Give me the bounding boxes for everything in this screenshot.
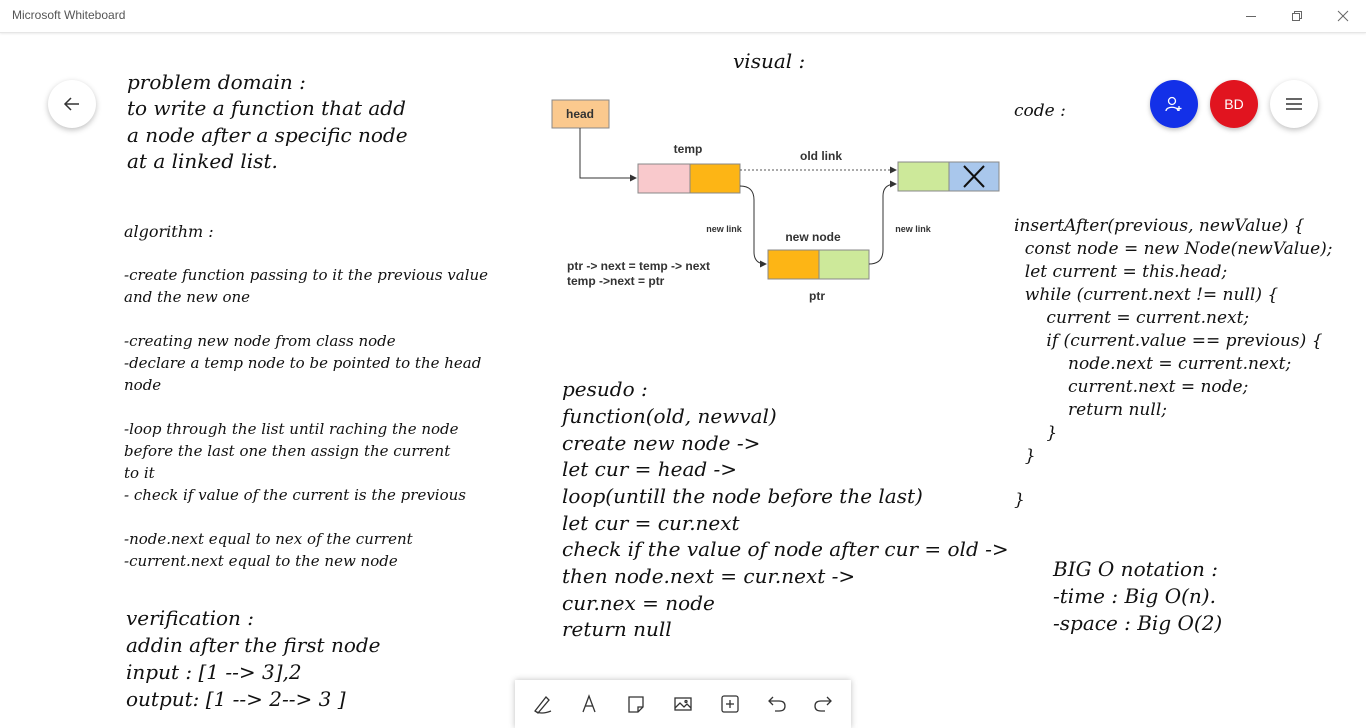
visual-title: visual : [733,49,806,73]
algorithm-line: - check if value of the current is the p… [124,486,466,504]
code-line: insertAfter(previous, newValue) { [1014,216,1305,236]
close-button[interactable] [1320,0,1366,32]
code-line: node.next = current.next; [1014,354,1292,374]
algorithm-line: node [124,376,162,394]
add-content-button[interactable] [712,686,748,722]
restore-icon [1292,11,1302,21]
avatar[interactable]: BD [1210,80,1258,128]
pen-tool-button[interactable] [524,686,560,722]
temp-label: temp [674,142,703,156]
code-line: const node = new Node(newValue); [1014,239,1333,259]
redo-icon [814,696,833,712]
algorithm-line: -create function passing to it the previ… [124,266,489,284]
code-line: if (current.value == previous) { [1014,331,1323,351]
pseudo-line: let cur = head -> [562,457,738,481]
temp-node-data [637,163,691,194]
image-icon [674,697,692,711]
problem-line: problem domain : [127,70,306,94]
code-line: current = current.next; [1014,308,1250,328]
verification-line: output: [1 --> 2--> 3 ] [126,687,346,711]
new-node-data [767,249,820,280]
text-tool-button[interactable] [571,686,607,722]
code-line: } [1014,490,1025,510]
add-person-icon [1165,96,1182,112]
undo-icon [767,696,786,712]
diagram-note-line1: ptr -> next = temp -> next [567,259,710,273]
algorithm-title: algorithm : [124,222,214,241]
pseudo-line: pesudo : [562,377,648,401]
code-line: let current = this.head; [1014,262,1228,282]
algorithm-line: and the new one [124,288,251,306]
algorithm-line: -node.next equal to nex of the current [124,530,413,548]
algorithm-line: -current.next equal to the new node [124,552,398,570]
verification-line: verification : [126,606,255,630]
code-line: } [1014,446,1036,466]
linked-list-diagram: head temp old link new link new node ptr… [551,99,1000,303]
bottom-toolbar [515,680,851,728]
temp-node-next [689,163,741,194]
verification-line: input : [1 --> 3],2 [126,660,302,684]
sticky-note-icon [628,696,644,713]
code-title: code : [1014,101,1066,121]
pseudo-line: check if the value of node after cur = o… [562,537,1009,561]
diagram-note-line2: temp ->next = ptr [567,274,665,288]
big-o-line: -time : Big O(n). [1053,584,1216,608]
algorithm-line: -loop through the list until raching the… [124,420,459,438]
sticky-note-button[interactable] [618,686,654,722]
algorithm-line: to it [124,464,155,482]
pseudo-line: let cur = cur.next [562,511,740,535]
algorithm-line: before the last one then assign the curr… [124,442,451,460]
big-o-line: BIG O notation : [1053,557,1219,581]
menu-button[interactable] [1270,80,1318,128]
app-title: Microsoft Whiteboard [12,8,126,22]
new-link-right-label: new link [895,224,932,234]
image-button[interactable] [665,686,701,722]
title-bar: Microsoft Whiteboard [0,0,1366,33]
pseudo-line: loop(untill the node before the last) [562,484,923,508]
code-line: } [1014,423,1058,443]
pseudo-line: create new node -> [562,431,761,455]
pseudo-line: then node.next = cur.next -> [562,564,856,588]
pseudo-line: cur.nex = node [562,591,715,615]
minimize-button[interactable] [1228,0,1274,32]
next-node-data [897,161,950,192]
algorithm-line: -declare a temp node to be pointed to th… [124,354,482,372]
avatar-initials: BD [1224,96,1244,112]
algorithm-line: -creating new node from class node [124,332,396,350]
back-button[interactable] [48,80,96,128]
hamburger-menu-icon [1286,98,1302,110]
code-line: while (current.next != null) { [1014,285,1279,305]
restore-button[interactable] [1274,0,1320,32]
text-icon [582,694,596,713]
problem-line: at a linked list. [127,149,278,173]
head-label: head [566,107,594,121]
minimize-icon [1246,16,1256,17]
code-line: return null; [1014,400,1167,420]
old-link-label: old link [800,149,842,163]
code-line: current.next = node; [1014,377,1249,397]
new-node-label: new node [785,230,841,244]
verification-line: addin after the first node [126,633,381,657]
add-icon [721,695,739,713]
pseudo-line: return null [562,617,672,641]
pen-icon [534,696,552,714]
invite-button[interactable] [1150,80,1198,128]
undo-button[interactable] [759,686,795,722]
problem-line: a node after a specific node [127,123,408,147]
new-link-left-label: new link [706,224,743,234]
big-o-line: -space : Big O(2) [1053,611,1223,635]
new-node-next [818,249,870,280]
back-arrow-icon [63,97,79,111]
pseudo-line: function(old, newval) [562,404,777,428]
close-icon [1337,10,1349,22]
redo-button[interactable] [805,686,841,722]
ptr-label: ptr [809,289,825,303]
problem-line: to write a function that add [127,96,406,120]
